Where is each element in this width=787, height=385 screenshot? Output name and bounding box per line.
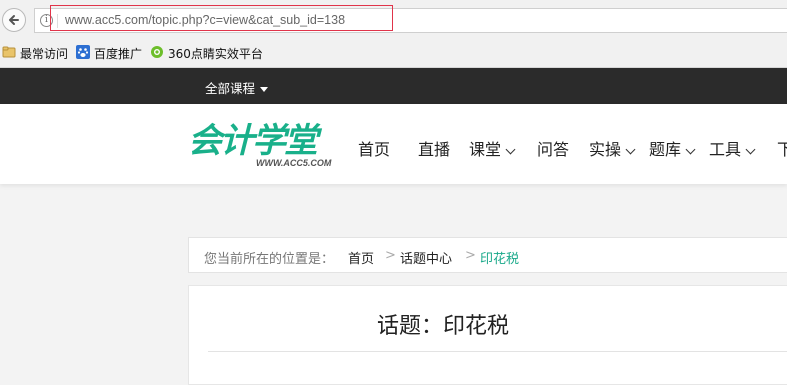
breadcrumb: 您当前所在的位置是： 首页 > 话题中心 > 印花税 [188,237,787,273]
nav-label: 下 [777,140,787,159]
url-bar[interactable]: i www.acc5.com/topic.php?c=view&cat_sub_… [34,8,787,33]
site-header: 会计学堂 WWW.ACC5.COM 首页 直播 课堂 问答 实操 题库 工具 下 [0,104,787,184]
caret-down-icon [260,87,269,92]
nav-home[interactable]: 首页 [358,136,390,160]
back-button[interactable] [2,8,26,32]
nav-tools[interactable]: 工具 [709,136,756,160]
bookmark-label: 最常访问 [20,47,69,61]
back-arrow-icon [9,15,19,25]
bookmark-label: 360点睛实效平台 [168,47,263,61]
page-title: 话题：印花税 [377,314,510,339]
breadcrumb-prefix: 您当前所在的位置是： [204,252,335,267]
logo-text: 会计学堂 [188,121,318,161]
nav-label: 课堂 [469,140,502,159]
nav-qa[interactable]: 问答 [537,136,569,160]
chevron-down-icon [625,144,636,154]
nav-label: 实操 [589,140,622,159]
chevron-down-icon [685,144,696,154]
nav-label: 题库 [649,140,682,159]
logo-url-text: WWW.ACC5.COM [256,158,332,168]
nav-practice[interactable]: 实操 [589,136,636,160]
title-divider [208,351,787,352]
site-logo[interactable]: 会计学堂 WWW.ACC5.COM [188,121,348,171]
bookmark-most-visited[interactable]: 最常访问 [2,45,68,63]
site-info-icon[interactable]: i [40,14,53,27]
bookmark-label: 百度推广 [94,47,143,61]
bookmark-baidu[interactable]: 百度推广 [76,45,142,63]
nav-live[interactable]: 直播 [418,136,450,160]
bookmark-360[interactable]: 360点睛实效平台 [150,45,263,63]
breadcrumb-current: 印花税 [480,252,520,267]
breadcrumb-home[interactable]: 首页 [348,248,374,267]
nav-question-bank[interactable]: 题库 [649,136,696,160]
bookmarks-bar: 最常访问 百度推广 360点睛实效平台 [0,41,787,68]
folder-icon [2,45,16,64]
all-courses-menu[interactable]: 全部课程 [205,78,269,97]
nav-download[interactable]: 下 [777,136,787,160]
url-text[interactable]: www.acc5.com/topic.php?c=view&cat_sub_id… [65,13,345,27]
site-topbar: 全部课程 [0,68,787,104]
url-divider [57,14,58,28]
chevron-down-icon [745,144,756,154]
nav-label: 工具 [709,140,742,159]
baidu-paw-icon [76,45,90,64]
breadcrumb-separator: > [385,248,396,263]
nav-label: 首页 [358,140,391,159]
leaf-icon [150,45,164,64]
nav-label: 直播 [418,140,451,159]
breadcrumb-separator: > [465,248,476,263]
browser-address-row: i www.acc5.com/topic.php?c=view&cat_sub_… [0,0,787,41]
breadcrumb-topic-center[interactable]: 话题中心 [400,248,452,267]
nav-label: 问答 [537,140,570,159]
nav-classroom[interactable]: 课堂 [469,136,516,160]
chevron-down-icon [505,144,516,154]
all-courses-label: 全部课程 [205,81,256,96]
